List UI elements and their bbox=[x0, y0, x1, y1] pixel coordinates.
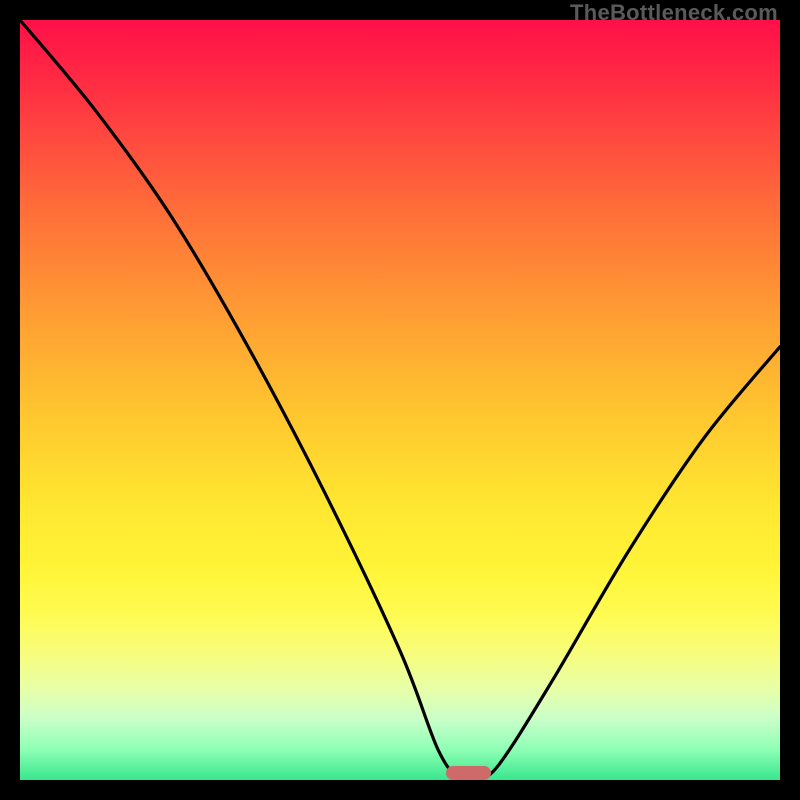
bottleneck-curve bbox=[20, 20, 780, 780]
chart-frame: TheBottleneck.com bbox=[0, 0, 800, 800]
plot-area bbox=[20, 20, 780, 780]
optimal-zone-marker bbox=[446, 766, 492, 780]
